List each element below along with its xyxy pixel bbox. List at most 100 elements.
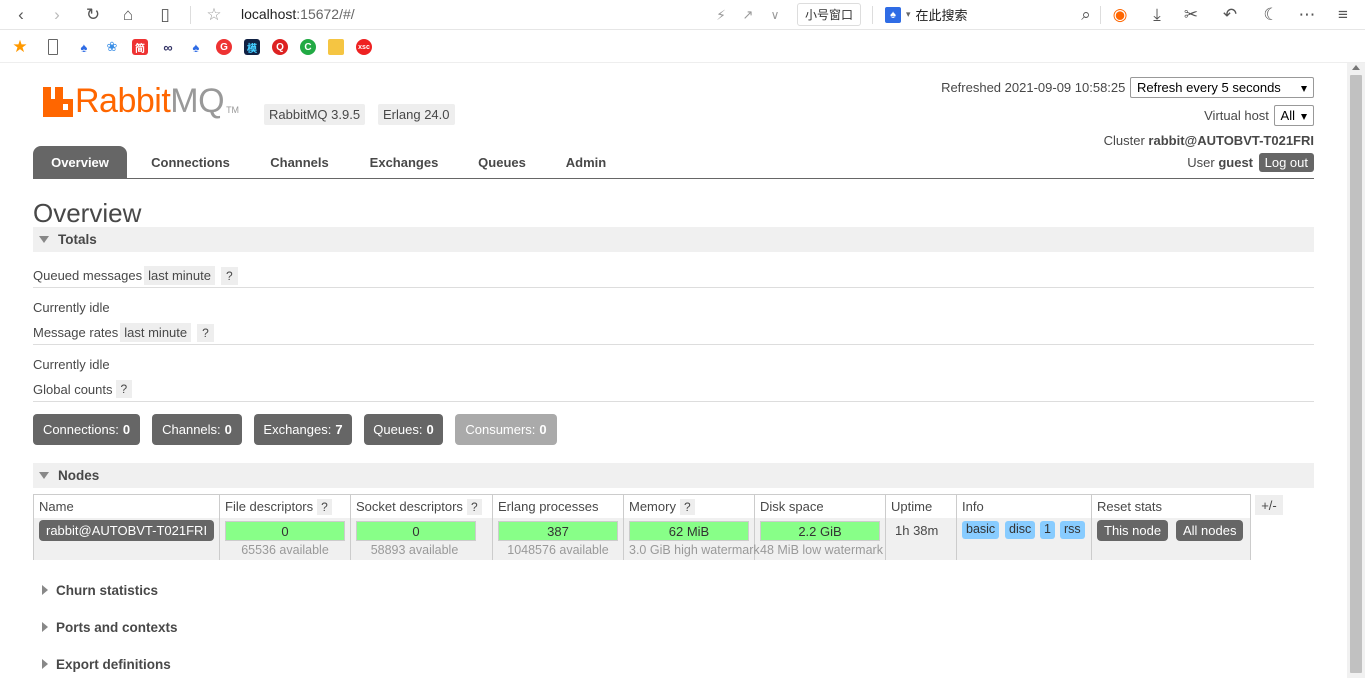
help-icon[interactable]: ? xyxy=(317,498,332,515)
churn-statistics-toggle[interactable]: Churn statistics xyxy=(33,579,158,601)
mobile-icon[interactable] xyxy=(48,39,58,55)
baidu-icon[interactable]: ♠ xyxy=(76,39,92,55)
jian-icon[interactable]: 简 xyxy=(132,39,148,55)
help-icon[interactable]: ? xyxy=(221,266,238,285)
c-icon[interactable]: C xyxy=(300,39,316,55)
node-name-link[interactable]: rabbit@AUTOBVT-T021FRI xyxy=(39,520,215,541)
forward-icon[interactable]: › xyxy=(46,4,68,26)
rabbitmq-logo[interactable]: Rabbit MQ TM xyxy=(43,82,239,120)
vertical-scrollbar[interactable] xyxy=(1347,63,1365,678)
baidu-icon[interactable]: ♠ xyxy=(188,39,204,55)
share-icon[interactable]: ↗ xyxy=(737,4,759,26)
scrollbar-thumb[interactable] xyxy=(1350,75,1362,673)
search-box[interactable]: ♠ ▾ 在此搜索 xyxy=(885,5,968,24)
lotus-icon[interactable]: ❀ xyxy=(104,39,120,55)
toolbar-divider xyxy=(872,6,873,24)
more-icon[interactable]: ⋯ xyxy=(1296,4,1318,26)
info-cell: basic disc 1 rss xyxy=(957,518,1092,560)
column-header-name[interactable]: Name xyxy=(34,495,220,518)
column-header-disk-space[interactable]: Disk space xyxy=(755,495,886,518)
g-icon[interactable]: G xyxy=(216,39,232,55)
reset-this-node-button[interactable]: This node xyxy=(1097,520,1169,541)
help-icon[interactable]: ? xyxy=(115,380,133,398)
home-icon[interactable]: ⌂ xyxy=(117,4,139,26)
download-icon[interactable]: ⤓ xyxy=(1146,4,1168,26)
help-icon[interactable]: ? xyxy=(679,498,695,515)
column-header-file-descriptors[interactable]: File descriptors? xyxy=(220,495,351,518)
mo-icon[interactable]: 模 xyxy=(244,39,260,55)
info-tag-disc[interactable]: disc xyxy=(1005,521,1036,539)
triangle-right-icon xyxy=(42,622,48,632)
search-icon[interactable]: ⌕ xyxy=(1075,4,1097,26)
nodes-section-toggle[interactable]: Nodes xyxy=(33,463,1314,488)
tab-overview[interactable]: Overview xyxy=(33,146,127,179)
back-icon[interactable]: ‹ xyxy=(10,4,32,26)
column-header-erlang-processes[interactable]: Erlang processes xyxy=(493,495,624,518)
refresh-interval-select[interactable]: Refresh every 5 seconds xyxy=(1130,77,1314,98)
small-window-button[interactable]: 小号窗口 xyxy=(797,3,861,26)
exchanges-count[interactable]: Exchanges: 7 xyxy=(254,414,352,445)
xsc-icon[interactable]: xsc xyxy=(356,39,372,55)
moon-icon[interactable]: ☾ xyxy=(1260,4,1282,26)
message-rates-label: Message rates xyxy=(33,325,119,340)
address-bar[interactable]: localhost:15672/#/ xyxy=(241,6,355,22)
consumers-count[interactable]: Consumers: 0 xyxy=(455,414,557,445)
star-outline-icon[interactable]: ☆ xyxy=(203,4,225,26)
table-row: rabbit@AUTOBVT-T021FRI 0 65536 available… xyxy=(34,518,1250,560)
reset-all-nodes-button[interactable]: All nodes xyxy=(1176,520,1244,541)
tab-exchanges[interactable]: Exchanges xyxy=(355,146,453,179)
rates-idle-text: Currently idle xyxy=(33,357,110,372)
help-icon[interactable]: ? xyxy=(466,498,482,515)
logo-text-rabbit: Rabbit xyxy=(75,82,171,120)
channels-count[interactable]: Channels: 0 xyxy=(152,414,242,445)
favorites-star-icon[interactable]: ★ xyxy=(12,37,28,56)
scroll-up-arrow-icon[interactable] xyxy=(1352,65,1360,70)
column-header-text: Uptime xyxy=(891,499,933,514)
column-header-uptime[interactable]: Uptime xyxy=(886,495,957,518)
q-icon[interactable]: Q xyxy=(272,39,288,55)
file-descriptors-available: 65536 available xyxy=(241,543,329,557)
help-icon[interactable]: ? xyxy=(197,323,214,342)
ports-contexts-toggle[interactable]: Ports and contexts xyxy=(33,616,178,638)
tab-connections[interactable]: Connections xyxy=(137,146,244,179)
tab-admin[interactable]: Admin xyxy=(552,146,620,179)
count-label: Exchanges: xyxy=(263,422,332,437)
info-tag-count[interactable]: 1 xyxy=(1040,521,1055,539)
queues-count[interactable]: Queues: 0 xyxy=(364,414,443,445)
folder-icon[interactable] xyxy=(328,39,344,55)
infinity-icon[interactable]: ∞ xyxy=(160,39,176,55)
erlang-processes-available: 1048576 available xyxy=(507,543,609,557)
refresh-interval-value: Refresh every 5 seconds xyxy=(1137,80,1281,95)
column-header-reset-stats: Reset stats xyxy=(1092,495,1250,518)
scissors-icon[interactable]: ✂ xyxy=(1180,4,1202,26)
column-header-socket-descriptors[interactable]: Socket descriptors? xyxy=(351,495,493,518)
queued-period-selector[interactable]: last minute xyxy=(144,266,215,285)
column-header-text: File descriptors xyxy=(225,499,314,514)
erlang-processes-cell: 387 1048576 available xyxy=(493,518,624,560)
socket-descriptors-bar: 0 xyxy=(356,521,476,541)
menu-icon[interactable]: ≡ xyxy=(1332,4,1354,26)
gamepad-icon[interactable]: ◉ xyxy=(1109,4,1131,26)
vhost-select[interactable]: All xyxy=(1273,105,1314,126)
column-header-text: Info xyxy=(962,499,984,514)
column-toggle-button[interactable]: +/- xyxy=(1255,495,1283,515)
column-header-info[interactable]: Info xyxy=(957,495,1092,518)
count-value: 0 xyxy=(426,422,434,437)
lightning-icon[interactable]: ⚡ xyxy=(710,4,732,26)
totals-section-toggle[interactable]: Totals xyxy=(33,227,1314,252)
reload-icon[interactable]: ↻ xyxy=(82,4,104,26)
info-tag-rss[interactable]: rss xyxy=(1060,521,1085,539)
count-label: Connections: xyxy=(42,422,119,437)
export-definitions-toggle[interactable]: Export definitions xyxy=(33,653,171,675)
tab-channels[interactable]: Channels xyxy=(255,146,344,179)
reader-icon[interactable]: ▯ xyxy=(154,4,176,26)
engine-dropdown-icon[interactable]: ▾ xyxy=(906,9,911,20)
column-header-memory[interactable]: Memory? xyxy=(624,495,755,518)
rates-period-selector[interactable]: last minute xyxy=(120,323,192,342)
info-tag-basic[interactable]: basic xyxy=(962,521,1000,539)
erlang-processes-bar: 387 xyxy=(498,521,618,541)
undo-icon[interactable]: ↶ xyxy=(1219,4,1241,26)
chevron-down-icon[interactable]: ∨ xyxy=(764,4,786,26)
tab-queues[interactable]: Queues xyxy=(464,146,540,179)
connections-count[interactable]: Connections: 0 xyxy=(33,414,140,445)
